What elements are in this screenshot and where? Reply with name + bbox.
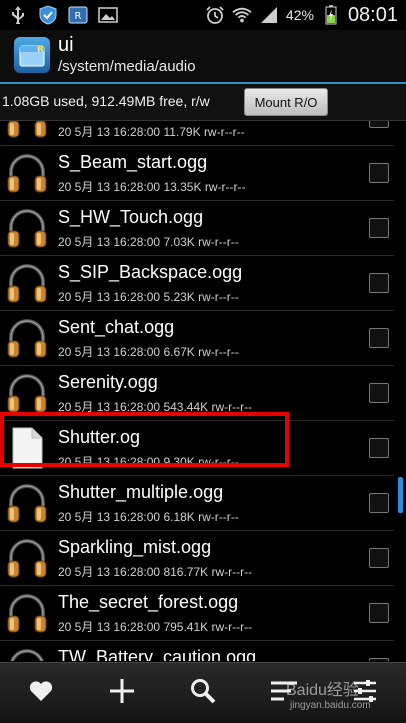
headphones-icon <box>4 480 50 526</box>
wifi-icon <box>232 5 252 25</box>
status-bar: R 42% 08:01 <box>0 0 406 30</box>
search-icon <box>190 678 216 709</box>
svg-text:R: R <box>37 45 44 55</box>
file-name: Shutter_multiple.ogg <box>58 482 224 502</box>
file-name: Serenity.ogg <box>58 372 158 392</box>
heart-icon <box>29 680 53 707</box>
file-list[interactable]: 20 5月 13 16:28:00 11.79K rw-r--r-- S_Bea… <box>0 121 406 661</box>
file-name: The_secret_forest.ogg <box>58 592 239 612</box>
file-meta: 20 5月 13 16:28:00 11.79K rw-r--r-- <box>58 125 245 139</box>
file-checkbox[interactable] <box>369 383 389 403</box>
file-checkbox[interactable] <box>369 273 389 293</box>
current-path: /system/media/audio <box>58 58 196 75</box>
file-row[interactable]: Shutter_multiple.ogg 20 5月 13 16:28:00 6… <box>0 476 394 531</box>
headphones-icon <box>4 315 50 361</box>
file-checkbox[interactable] <box>369 438 389 458</box>
baidu-watermark-url: jingyan.baidu.com <box>290 700 371 711</box>
headphones-icon <box>4 260 50 306</box>
file-meta: 20 5月 13 16:28:00 5.23K rw-r--r-- <box>58 290 239 304</box>
file-meta: 20 5月 13 16:28:00 816.77K rw-r--r-- <box>58 565 253 579</box>
svg-text:R: R <box>75 11 82 22</box>
usb-icon <box>8 5 28 25</box>
file-meta: 20 5月 13 16:28:00 6.18K rw-r--r-- <box>58 510 239 524</box>
file-meta: 20 5月 13 16:28:00 13.35K rw-r--r-- <box>58 180 246 194</box>
file-checkbox[interactable] <box>369 218 389 238</box>
headphones-icon <box>4 150 50 196</box>
favorites-button[interactable] <box>16 668 66 718</box>
headphones-icon <box>4 121 50 141</box>
file-checkbox[interactable] <box>369 548 389 568</box>
headphones-icon <box>4 645 50 661</box>
folder-title: ui <box>58 34 74 56</box>
file-meta: 20 5月 13 16:28:00 7.03K rw-r--r-- <box>58 235 239 249</box>
battery-percent: 42% <box>285 7 314 23</box>
mount-ro-button[interactable]: Mount R/O <box>244 88 328 116</box>
plus-icon <box>109 678 135 709</box>
file-meta: 20 5月 13 16:28:00 9.30K rw-r--r-- <box>58 455 239 469</box>
file-checkbox[interactable] <box>369 328 389 348</box>
file-name: TW_Battery_caution.ogg <box>58 647 257 661</box>
file-name: S_HW_Touch.ogg <box>58 207 204 227</box>
file-meta: 20 5月 13 16:28:00 543.44K rw-r--r-- <box>58 400 253 414</box>
headphones-icon <box>4 370 50 416</box>
baidu-watermark: Baidu经验 <box>286 682 359 699</box>
file-checkbox[interactable] <box>369 658 389 661</box>
list-scrollbar[interactable] <box>398 477 403 513</box>
file-name: Sparkling_mist.ogg <box>58 537 212 557</box>
file-meta: 20 5月 13 16:28:00 6.67K rw-r--r-- <box>58 345 239 359</box>
file-row[interactable]: Sparkling_mist.ogg 20 5月 13 16:28:00 816… <box>0 531 394 586</box>
alarm-icon <box>205 5 225 25</box>
root-explorer-app-icon[interactable]: R <box>14 37 50 73</box>
file-checkbox[interactable] <box>369 493 389 513</box>
file-name: Sent_chat.ogg <box>58 317 175 337</box>
file-row[interactable]: S_Beam_start.ogg 20 5月 13 16:28:00 13.35… <box>0 146 394 201</box>
new-item-button[interactable] <box>97 668 147 718</box>
file-name: S_SIP_Backspace.ogg <box>58 262 243 282</box>
file-row[interactable]: Sent_chat.ogg 20 5月 13 16:28:00 6.67K rw… <box>0 311 394 366</box>
image-icon <box>98 5 118 25</box>
headphones-icon <box>4 535 50 581</box>
file-meta: 20 5月 13 16:28:00 795.41K rw-r--r-- <box>58 620 253 634</box>
search-button[interactable] <box>178 668 228 718</box>
file-row[interactable]: S_SIP_Backspace.ogg 20 5月 13 16:28:00 5.… <box>0 256 394 311</box>
file-row[interactable]: The_secret_forest.ogg 20 5月 13 16:28:00 … <box>0 586 394 641</box>
storage-info-text: 1.08GB used, 912.49MB free, r/w <box>2 93 210 109</box>
file-checkbox[interactable] <box>369 121 389 128</box>
file-name: Shutter.og <box>58 427 141 447</box>
storage-info-bar: 1.08GB used, 912.49MB free, r/w Mount R/… <box>0 84 406 121</box>
file-row[interactable]: S_HW_Touch.ogg 20 5月 13 16:28:00 7.03K r… <box>0 201 394 256</box>
document-icon <box>4 425 50 471</box>
file-row-selected[interactable]: Shutter.og 20 5月 13 16:28:00 9.30K rw-r-… <box>0 421 394 476</box>
file-row[interactable]: 20 5月 13 16:28:00 11.79K rw-r--r-- <box>0 121 394 146</box>
file-checkbox[interactable] <box>369 603 389 623</box>
headphones-icon <box>4 590 50 636</box>
app-notification-icon: R <box>68 5 88 25</box>
file-row[interactable]: Serenity.ogg 20 5月 13 16:28:00 543.44K r… <box>0 366 394 421</box>
file-name: S_Beam_start.ogg <box>58 152 208 172</box>
file-row[interactable]: TW_Battery_caution.ogg <box>0 641 394 661</box>
shield-icon <box>38 5 58 25</box>
signal-icon <box>259 5 279 25</box>
file-checkbox[interactable] <box>369 163 389 183</box>
app-header: R ui /system/media/audio <box>0 30 406 84</box>
clock: 08:01 <box>347 3 398 26</box>
headphones-icon <box>4 205 50 251</box>
battery-charging-icon <box>321 5 341 25</box>
